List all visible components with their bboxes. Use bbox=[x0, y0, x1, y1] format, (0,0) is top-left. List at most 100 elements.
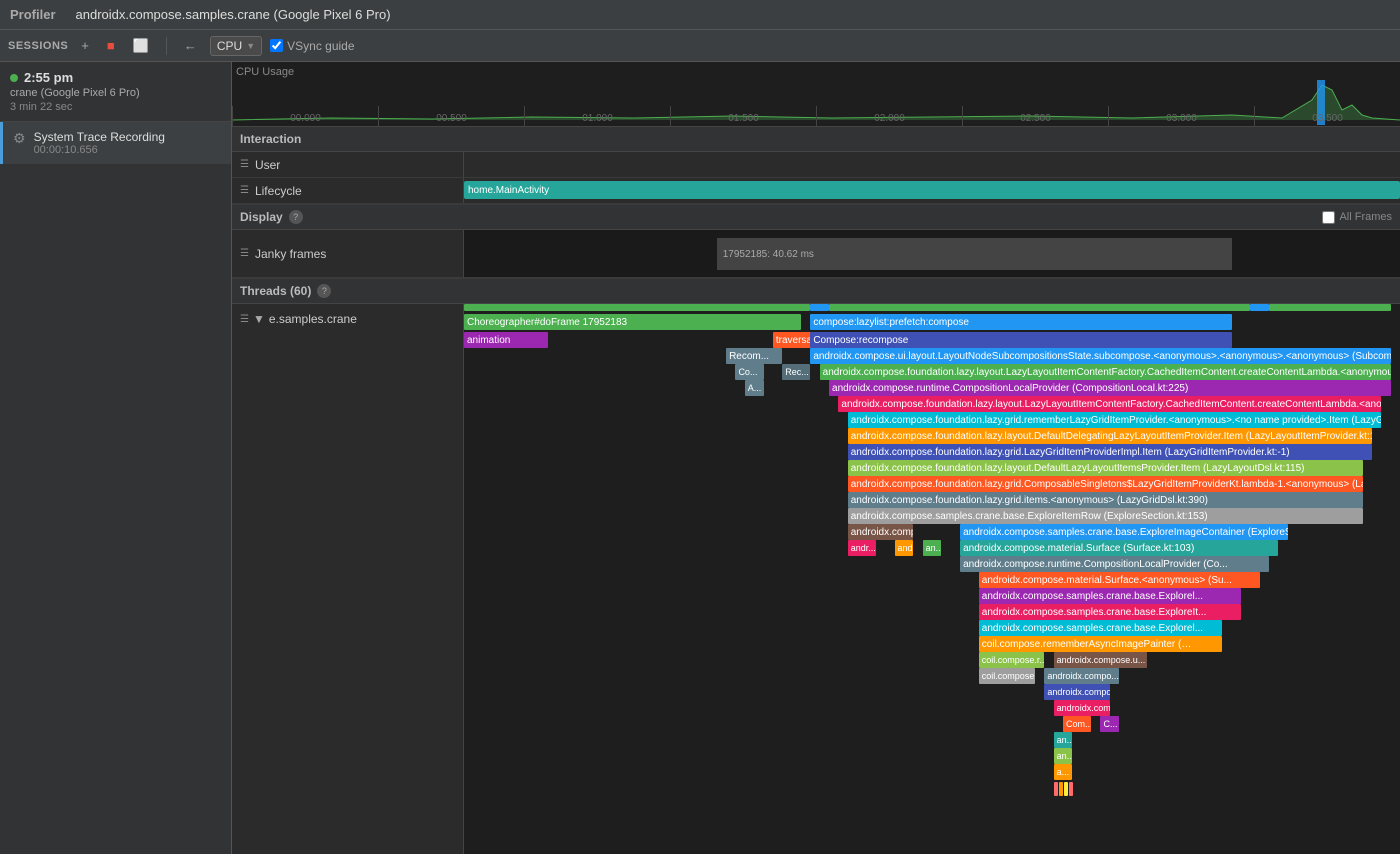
expand-arrow[interactable]: ▼ bbox=[253, 312, 265, 326]
recording-time: 00:00:10.656 bbox=[34, 144, 165, 156]
flame-subcompose[interactable]: androidx.compose.ui.layout.LayoutNodeSub… bbox=[810, 348, 1390, 364]
thread-sidebar: ☰ ▼ e.samples.crane bbox=[232, 304, 464, 854]
cpu-usage-label: CPU Usage bbox=[236, 66, 294, 78]
flame-explore-it[interactable]: androidx.compose.samples.crane.base.Expl… bbox=[979, 604, 1241, 620]
flame-an1[interactable]: an... bbox=[923, 540, 942, 556]
stop-button[interactable]: ■ bbox=[102, 36, 120, 55]
janky-label: ☰ Janky frames bbox=[232, 230, 464, 277]
flame-com[interactable]: Com... bbox=[1063, 716, 1091, 732]
status-dot bbox=[10, 74, 18, 82]
flame-an3[interactable]: an... bbox=[1054, 748, 1073, 764]
user-track-row: ☰ User bbox=[232, 152, 1400, 178]
flame-explore-l2[interactable]: androidx.compose.samples.crane.base.Expl… bbox=[979, 620, 1222, 636]
all-frames-label: All Frames bbox=[1339, 211, 1392, 223]
flame-androidx-compo2[interactable]: androidx.compo... bbox=[1044, 684, 1110, 700]
flame-delegating[interactable]: androidx.compose.foundation.lazy.layout.… bbox=[848, 428, 1372, 444]
flame-c[interactable]: C... bbox=[1100, 716, 1119, 732]
flame-explore-item-row[interactable]: androidx.compose.samples.crane.base.Expl… bbox=[848, 508, 1363, 524]
lifecycle-track-row: ☰ Lifecycle home.MainActivity bbox=[232, 178, 1400, 204]
janky-bar[interactable]: 17952185: 40.62 ms bbox=[717, 238, 1232, 270]
flame-cached-content[interactable]: androidx.compose.foundation.lazy.layout.… bbox=[820, 364, 1391, 380]
session-status: 2:55 pm bbox=[10, 70, 221, 85]
thread-name-row[interactable]: ☰ ▼ e.samples.crane bbox=[240, 312, 455, 326]
session-device: crane (Google Pixel 6 Pro) bbox=[10, 87, 221, 99]
vsync-checkbox[interactable] bbox=[270, 39, 283, 52]
flame-coil-r2[interactable]: coil.compose.r... bbox=[979, 668, 1035, 684]
flame-explore-l1[interactable]: androidx.compose.samples.crane.base.Expl… bbox=[979, 588, 1241, 604]
flame-choreographer[interactable]: Choreographer#doFrame 17952183 bbox=[464, 314, 801, 330]
flame-androidx-compo1[interactable]: androidx.compo... bbox=[1044, 668, 1119, 684]
threads-help-icon[interactable]: ? bbox=[317, 284, 331, 298]
lifecycle-track-content: home.MainActivity bbox=[464, 178, 1400, 203]
janky-tooltip: 17952185: 40.62 ms bbox=[723, 249, 814, 260]
flame-co[interactable]: Co... bbox=[735, 364, 763, 380]
vsync-label[interactable]: VSync guide bbox=[270, 39, 354, 53]
main-activity-bar[interactable]: home.MainActivity bbox=[464, 181, 1400, 199]
flame-default-lazy[interactable]: androidx.compose.foundation.lazy.layout.… bbox=[848, 460, 1363, 476]
flame-androidx-com[interactable]: androidx.com... bbox=[1054, 700, 1110, 716]
split-button[interactable]: ⬜ bbox=[128, 36, 154, 56]
flame-ui-layout-m[interactable]: androidx.compose.ui.layout.m... bbox=[848, 524, 914, 540]
flame-recom[interactable]: Recom... bbox=[726, 348, 782, 364]
dropdown-arrow: ▼ bbox=[246, 41, 255, 51]
flame-andr1[interactable]: andr... bbox=[848, 540, 876, 556]
janky-frames-label: Janky frames bbox=[255, 247, 326, 261]
all-frames-control[interactable]: All Frames bbox=[1322, 211, 1392, 224]
flame-rec[interactable]: Rec... bbox=[782, 364, 810, 380]
janky-row: ☰ Janky frames 17952185: 40.62 ms bbox=[232, 230, 1400, 278]
cpu-selector[interactable]: CPU ▼ bbox=[210, 36, 262, 56]
hamburger-icon: ☰ bbox=[240, 159, 249, 170]
display-section: Display ? All Frames ☰ Janky frames 1795… bbox=[232, 205, 1400, 279]
tab-active[interactable]: androidx.compose.samples.crane (Google P… bbox=[76, 7, 391, 22]
tick-3: 01.500 bbox=[670, 106, 816, 126]
bottom-bars bbox=[1054, 782, 1073, 796]
top-bar-blue1 bbox=[810, 304, 829, 311]
tick-2: 01.000 bbox=[524, 106, 670, 126]
interaction-section: Interaction ☰ User ☰ Lifecycle home.Main… bbox=[232, 127, 1400, 205]
cpu-label: CPU bbox=[217, 39, 242, 53]
flame-androidx-u[interactable]: androidx.compose.u... bbox=[1054, 652, 1148, 668]
flame-coil-remember[interactable]: coil.compose.rememberAsyncImagePainter (… bbox=[979, 636, 1222, 652]
flame-a[interactable]: A... bbox=[745, 380, 764, 396]
threads-header: Threads (60) ? bbox=[232, 279, 1400, 304]
flame-material-surface[interactable]: androidx.compose.material.Surface (Surfa… bbox=[960, 540, 1278, 556]
flame-cached-content2[interactable]: androidx.compose.foundation.lazy.layout.… bbox=[838, 396, 1381, 412]
session-duration: 3 min 22 sec bbox=[10, 101, 221, 113]
hamburger-icon-3: ☰ bbox=[240, 248, 249, 259]
timeline-ruler: 00.000 00.500 01.000 01.500 02.000 02.50… bbox=[232, 106, 1400, 126]
flame-lazygrid-impl[interactable]: androidx.compose.foundation.lazy.grid.La… bbox=[848, 444, 1372, 460]
flame-animation[interactable]: animation bbox=[464, 332, 548, 348]
flame-compose-recompose[interactable]: Compose:recompose bbox=[810, 332, 1231, 348]
back-button[interactable]: ← bbox=[179, 36, 202, 55]
flame-composable-singletons[interactable]: androidx.compose.foundation.lazy.grid.Co… bbox=[848, 476, 1363, 492]
top-bar-green2 bbox=[829, 304, 1250, 311]
gear-icon: ⚙ bbox=[13, 130, 26, 147]
interaction-title: Interaction bbox=[240, 132, 301, 146]
flame-lazylist[interactable]: compose:lazylist:prefetch:compose bbox=[810, 314, 1231, 330]
add-session-button[interactable]: + bbox=[76, 36, 94, 55]
display-help-icon[interactable]: ? bbox=[289, 210, 303, 224]
flame-composition-local[interactable]: androidx.compose.runtime.CompositionLoca… bbox=[829, 380, 1391, 396]
flame-a-last[interactable]: a... bbox=[1054, 764, 1073, 780]
flame-an2[interactable]: an... bbox=[1054, 732, 1073, 748]
flame-explore-image-container[interactable]: androidx.compose.samples.crane.base.Expl… bbox=[960, 524, 1288, 540]
recording-item[interactable]: ⚙ System Trace Recording 00:00:10.656 bbox=[0, 122, 231, 164]
main-layout: 2:55 pm crane (Google Pixel 6 Pro) 3 min… bbox=[0, 62, 1400, 854]
tick-7: 03.500 bbox=[1254, 106, 1400, 126]
flame-material-surface-anon[interactable]: androidx.compose.material.Surface.<anony… bbox=[979, 572, 1260, 588]
flame-coil-r1[interactable]: coil.compose.r... bbox=[979, 652, 1045, 668]
session-item: 2:55 pm crane (Google Pixel 6 Pro) 3 min… bbox=[0, 62, 231, 122]
top-bar-green3 bbox=[1269, 304, 1391, 311]
flame-andr2[interactable]: andr... bbox=[895, 540, 914, 556]
all-frames-checkbox[interactable] bbox=[1322, 211, 1335, 224]
hamburger-icon-4: ☰ bbox=[240, 314, 249, 325]
flame-lazy-items[interactable]: androidx.compose.foundation.lazy.grid.it… bbox=[848, 492, 1363, 508]
flame-composition-local2[interactable]: androidx.compose.runtime.CompositionLoca… bbox=[960, 556, 1269, 572]
display-title: Display bbox=[240, 210, 283, 224]
janky-content: 17952185: 40.62 ms bbox=[464, 230, 1400, 277]
flame-remember-lazy[interactable]: androidx.compose.foundation.lazy.grid.re… bbox=[848, 412, 1382, 428]
thread-canvas[interactable]: Choreographer#doFrame 17952183 compose:l… bbox=[464, 304, 1400, 854]
toolbar: SESSIONS + ■ ⬜ ← CPU ▼ VSync guide bbox=[0, 30, 1400, 62]
thread-name: e.samples.crane bbox=[269, 312, 357, 326]
interaction-header: Interaction bbox=[232, 127, 1400, 152]
